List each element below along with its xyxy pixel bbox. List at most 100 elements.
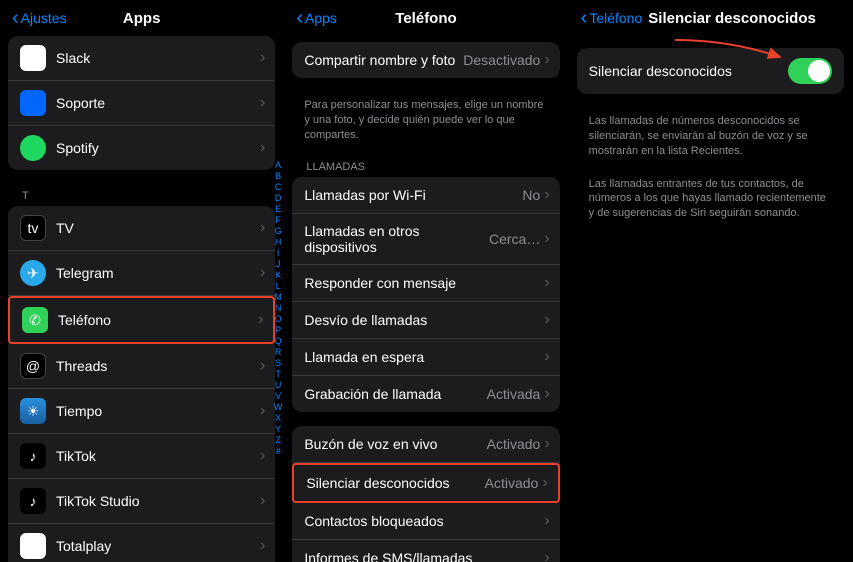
index-letter[interactable]: L (274, 281, 283, 292)
app-row-teléfono[interactable]: ✆ Teléfono › (8, 296, 275, 344)
group-description: Para personalizar tus mensajes, elige un… (292, 92, 559, 155)
app-row-slack[interactable]: ✱ Slack › (8, 36, 275, 81)
back-button[interactable]: ‹ Teléfono (581, 7, 643, 30)
app-label: Totalplay (56, 538, 260, 554)
silence-toggle-row[interactable]: Silenciar desconocidos (577, 48, 844, 94)
index-letter[interactable]: J (274, 259, 283, 270)
setting-row[interactable]: Llamadas por Wi-FiNo› (292, 177, 559, 214)
row-label: Desvío de llamadas (304, 312, 544, 328)
index-letter[interactable]: Y (274, 424, 283, 435)
row-label: Llamadas por Wi-Fi (304, 187, 522, 203)
back-button[interactable]: ‹ Ajustes (12, 7, 67, 30)
chevron-right-icon: › (260, 537, 265, 555)
app-row-totalplay[interactable]: ▶ Totalplay › (8, 524, 275, 562)
index-letter[interactable]: Q (274, 336, 283, 347)
index-letter[interactable]: C (274, 182, 283, 193)
index-letter[interactable]: T (274, 369, 283, 380)
chevron-left-icon: ‹ (296, 7, 303, 30)
index-letter[interactable]: M (274, 292, 283, 303)
silence-unknown-panel: ‹ Teléfono Silenciar desconocidos Silenc… (569, 0, 853, 562)
app-row-tiempo[interactable]: ☀ Tiempo › (8, 389, 275, 434)
setting-row[interactable]: Responder con mensaje› (292, 265, 559, 302)
settings-group: Buzón de voz en vivoActivado›Silenciar d… (292, 426, 559, 562)
chevron-right-icon: › (544, 549, 549, 562)
row-label: Grabación de llamada (304, 386, 486, 402)
app-label: Slack (56, 50, 260, 66)
toggle-group: Silenciar desconocidos (577, 48, 844, 94)
setting-row[interactable]: Silenciar desconocidosActivado› (292, 463, 559, 503)
nav-bar: ‹ Teléfono Silenciar desconocidos (569, 0, 852, 36)
chevron-right-icon: › (544, 274, 549, 292)
app-icon (20, 135, 46, 161)
index-letter[interactable]: U (274, 380, 283, 391)
app-icon: tv (20, 215, 46, 241)
index-letter[interactable]: D (274, 193, 283, 204)
app-row-tiktok[interactable]: ♪ TikTok › (8, 434, 275, 479)
index-letter[interactable]: O (274, 314, 283, 325)
chevron-right-icon: › (258, 311, 263, 329)
back-button[interactable]: ‹ Apps (296, 7, 337, 30)
setting-row[interactable]: Desvío de llamadas› (292, 302, 559, 339)
app-icon: ✱ (20, 45, 46, 71)
setting-row[interactable]: Compartir nombre y fotoDesactivado› (292, 42, 559, 78)
app-icon: ♪ (20, 488, 46, 514)
row-label: Contactos bloqueados (304, 513, 544, 529)
index-letter[interactable]: G (274, 226, 283, 237)
app-icon: ✆ (22, 307, 48, 333)
index-letter[interactable]: X (274, 413, 283, 424)
chevron-right-icon: › (544, 435, 549, 453)
index-letter[interactable]: F (274, 215, 283, 226)
app-group: ✱ Slack › Soporte › Spotify › (8, 36, 275, 170)
setting-row[interactable]: Llamadas en otros dispositivosCerca…› (292, 214, 559, 265)
row-value: Desactivado (463, 52, 540, 68)
chevron-right-icon: › (260, 139, 265, 157)
app-label: Threads (56, 358, 260, 374)
index-letter[interactable]: P (274, 325, 283, 336)
chevron-right-icon: › (544, 512, 549, 530)
index-letter[interactable]: V (274, 391, 283, 402)
index-letter[interactable]: N (274, 303, 283, 314)
chevron-right-icon: › (544, 230, 549, 248)
phone-settings-panel: ‹ Apps Teléfono Compartir nombre y fotoD… (284, 0, 568, 562)
index-letter[interactable]: W (274, 402, 283, 413)
app-icon: ▶ (20, 533, 46, 559)
app-row-telegram[interactable]: ✈ Telegram › (8, 251, 275, 296)
index-letter[interactable]: H (274, 237, 283, 248)
index-letter[interactable]: I (274, 248, 283, 259)
index-letter[interactable]: E (274, 204, 283, 215)
row-value: No (522, 187, 540, 203)
index-letter[interactable]: B (274, 171, 283, 182)
index-letter[interactable]: R (274, 347, 283, 358)
index-letter[interactable]: S (274, 358, 283, 369)
app-label: TikTok Studio (56, 493, 260, 509)
row-value: Activado (487, 436, 541, 452)
setting-row[interactable]: Grabación de llamadaActivada› (292, 376, 559, 412)
setting-row[interactable]: Llamada en espera› (292, 339, 559, 376)
chevron-right-icon: › (544, 311, 549, 329)
app-row-spotify[interactable]: Spotify › (8, 126, 275, 170)
setting-row[interactable]: Contactos bloqueados› (292, 503, 559, 540)
app-label: TikTok (56, 448, 260, 464)
row-value: Cerca… (489, 231, 540, 247)
index-letter[interactable]: A (274, 160, 283, 171)
index-strip[interactable]: ABCDEFGHIJKLMNOPQRSTUVWXYZ# (274, 160, 283, 457)
settings-group: Llamadas por Wi-FiNo›Llamadas en otros d… (292, 177, 559, 412)
index-letter[interactable]: # (274, 446, 283, 457)
index-letter[interactable]: Z (274, 435, 283, 446)
chevron-right-icon: › (544, 385, 549, 403)
chevron-right-icon: › (260, 94, 265, 112)
app-row-tv[interactable]: tv TV › (8, 206, 275, 251)
setting-row[interactable]: Informes de SMS/llamadas› (292, 540, 559, 562)
app-row-threads[interactable]: @ Threads › (8, 344, 275, 389)
app-row-soporte[interactable]: Soporte › (8, 81, 275, 126)
index-letter[interactable]: K (274, 270, 283, 281)
row-label: Compartir nombre y foto (304, 52, 463, 68)
toggle-switch[interactable] (788, 58, 832, 84)
chevron-right-icon: › (544, 186, 549, 204)
chevron-left-icon: ‹ (581, 7, 588, 30)
app-icon: @ (20, 353, 46, 379)
nav-bar: ‹ Ajustes Apps (0, 0, 283, 36)
toggle-label: Silenciar desconocidos (589, 63, 788, 79)
app-row-tiktok-studio[interactable]: ♪ TikTok Studio › (8, 479, 275, 524)
setting-row[interactable]: Buzón de voz en vivoActivado› (292, 426, 559, 463)
